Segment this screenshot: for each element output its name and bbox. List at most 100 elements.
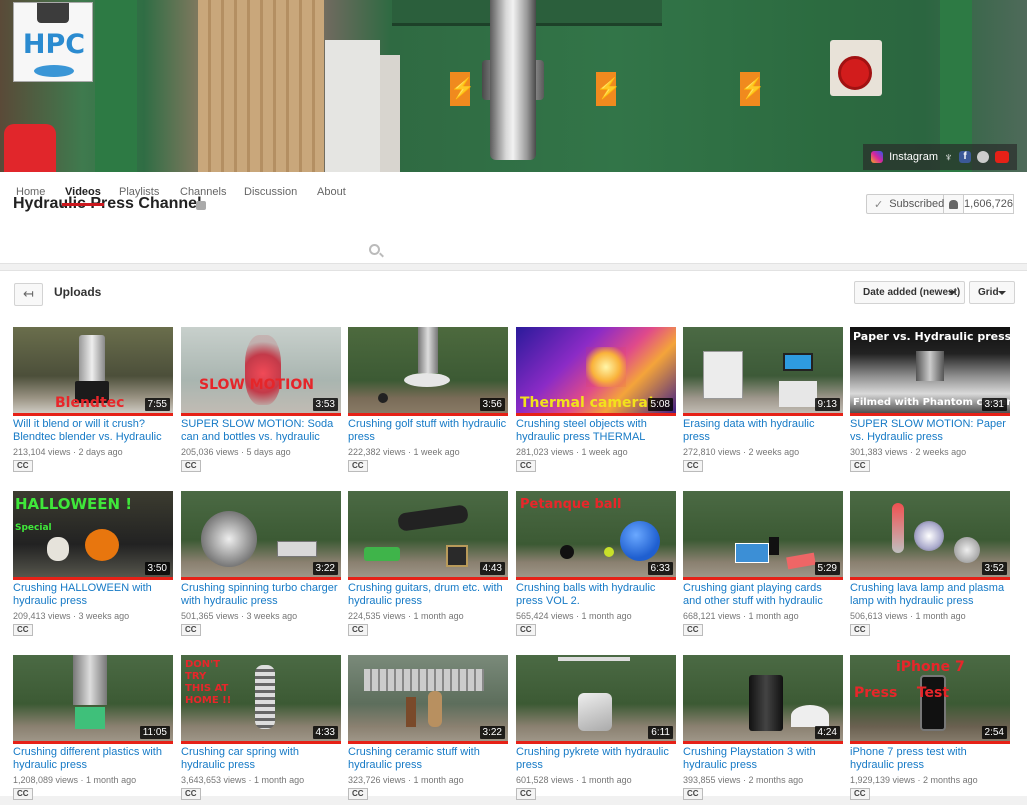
video-title[interactable]: SUPER SLOW MOTION: Paper vs. Hydraulic p… — [850, 418, 1010, 444]
view-count: 272,810 views — [683, 447, 741, 457]
video-meta: 224,535 views · 1 month ago — [348, 611, 464, 621]
video-meta: 393,855 views · 2 months ago — [683, 775, 804, 785]
video-card[interactable]: 11:05 Crushing different plastics with h… — [13, 655, 173, 805]
video-title[interactable]: Crushing ceramic stuff with hydraulic pr… — [348, 746, 508, 772]
video-thumbnail[interactable]: 5:29 — [683, 491, 843, 580]
globe-icon[interactable] — [977, 151, 989, 163]
video-thumbnail[interactable]: Thermal camera! 5:08 — [516, 327, 676, 416]
notification-bell-button[interactable] — [944, 194, 964, 214]
back-button[interactable]: ↤ — [14, 283, 43, 306]
video-title[interactable]: Crushing pykrete with hydraulic press — [516, 746, 676, 772]
video-thumbnail[interactable]: iPhone 7 Press Test 2:54 — [850, 655, 1010, 744]
thumbnail-text: Paper vs. Hydraulic press — [853, 330, 1010, 343]
video-card[interactable]: SLOW MOTION 3:53 SUPER SLOW MOTION: Soda… — [181, 327, 341, 477]
video-card[interactable]: 4:43 Crushing guitars, drum etc. with hy… — [348, 491, 508, 641]
video-card[interactable]: Thermal camera! 5:08 Crushing steel obje… — [516, 327, 676, 477]
video-thumbnail[interactable]: Blendtec 7:55 — [13, 327, 173, 416]
upload-age: 1 month ago — [915, 611, 966, 621]
video-duration: 5:08 — [647, 398, 673, 411]
video-thumbnail[interactable]: 4:43 — [348, 491, 508, 580]
video-duration: 4:33 — [312, 726, 338, 739]
video-title[interactable]: Will it blend or will it crush? Blendtec… — [13, 418, 173, 444]
video-thumbnail[interactable]: 3:22 — [348, 655, 508, 744]
subscriber-count: 1,606,726 — [964, 194, 1014, 214]
video-thumbnail[interactable]: HALLOWEEN ! Special 3:50 — [13, 491, 173, 580]
watched-progress — [181, 741, 341, 744]
video-title[interactable]: Crushing HALLOWEEN with hydraulic press — [13, 582, 173, 608]
video-title[interactable]: Crushing golf stuff with hydraulic press — [348, 418, 508, 444]
thumbnail-text: Blendtec — [55, 395, 125, 411]
tab-playlists[interactable]: Playlists — [119, 172, 159, 206]
youtube-icon[interactable] — [995, 151, 1009, 163]
warning-sign-icon: ⚡ — [740, 72, 765, 106]
video-thumbnail[interactable]: 9:13 — [683, 327, 843, 416]
view-count: 301,383 views — [850, 447, 908, 457]
video-title[interactable]: Crushing Playstation 3 with hydraulic pr… — [683, 746, 843, 772]
video-card[interactable]: 3:52 Crushing lava lamp and plasma lamp … — [850, 491, 1010, 641]
instagram-link[interactable]: Instagram — [889, 151, 938, 163]
thumbnail-subtext: Press Test — [854, 685, 950, 701]
video-thumbnail[interactable]: 3:56 — [348, 327, 508, 416]
video-card[interactable]: 9:13 Erasing data with hydraulic press 2… — [683, 327, 843, 477]
video-title[interactable]: Crushing guitars, drum etc. with hydraul… — [348, 582, 508, 608]
view-count: 281,023 views — [516, 447, 574, 457]
logo-ring-icon — [34, 65, 74, 77]
video-title[interactable]: Crushing different plastics with hydraul… — [13, 746, 173, 772]
sort-dropdown[interactable]: Date added (newest) — [854, 281, 965, 304]
video-duration: 6:33 — [647, 562, 673, 575]
video-card[interactable]: 3:22 Crushing spinning turbo charger wit… — [181, 491, 341, 641]
video-card[interactable]: 6:11 Crushing pykrete with hydraulic pre… — [516, 655, 676, 805]
video-title[interactable]: Crushing spinning turbo charger with hyd… — [181, 582, 341, 608]
video-card[interactable]: Blendtec 7:55 Will it blend or will it c… — [13, 327, 173, 477]
video-card[interactable]: 3:22 Crushing ceramic stuff with hydraul… — [348, 655, 508, 805]
tab-home[interactable]: Home — [16, 172, 45, 206]
video-title[interactable]: Crushing car spring with hydraulic press — [181, 746, 341, 772]
video-card[interactable]: Petanque ball 6:33 Crushing balls with h… — [516, 491, 676, 641]
search-icon[interactable] — [369, 244, 380, 255]
view-dropdown[interactable]: Grid — [969, 281, 1015, 304]
video-card[interactable]: 5:29 Crushing giant playing cards and ot… — [683, 491, 843, 641]
video-thumbnail[interactable]: 6:11 — [516, 655, 676, 744]
video-title[interactable]: Crushing balls with hydraulic press VOL … — [516, 582, 676, 608]
video-thumbnail[interactable]: DON'T TRY THIS AT HOME !! 4:33 — [181, 655, 341, 744]
tab-channels[interactable]: Channels — [180, 172, 226, 206]
video-title[interactable]: Crushing giant playing cards and other s… — [683, 582, 843, 608]
video-meta: 222,382 views · 1 week ago — [348, 447, 460, 457]
video-duration: 5:29 — [814, 562, 840, 575]
video-title[interactable]: Erasing data with hydraulic press — [683, 418, 843, 444]
video-meta: 668,121 views · 1 month ago — [683, 611, 799, 621]
subscribed-button[interactable]: ✓ Subscribed — [866, 194, 944, 214]
cc-badge: CC — [348, 460, 368, 472]
video-title[interactable]: Crushing steel objects with hydraulic pr… — [516, 418, 676, 444]
video-card[interactable]: Paper vs. Hydraulic press Filmed with Ph… — [850, 327, 1010, 477]
video-card[interactable]: DON'T TRY THIS AT HOME !! 4:33 Crushing … — [181, 655, 341, 805]
video-thumbnail[interactable]: Paper vs. Hydraulic press Filmed with Ph… — [850, 327, 1010, 416]
video-card[interactable]: 3:56 Crushing golf stuff with hydraulic … — [348, 327, 508, 477]
tab-discussion[interactable]: Discussion — [244, 172, 297, 206]
video-title[interactable]: Crushing lava lamp and plasma lamp with … — [850, 582, 1010, 608]
tab-about[interactable]: About — [317, 172, 346, 206]
watched-progress — [516, 413, 676, 416]
video-thumbnail[interactable]: Petanque ball 6:33 — [516, 491, 676, 580]
facebook-icon[interactable]: f — [959, 151, 971, 163]
video-meta: 272,810 views · 2 weeks ago — [683, 447, 800, 457]
video-thumbnail[interactable]: 11:05 — [13, 655, 173, 744]
video-meta: 301,383 views · 2 weeks ago — [850, 447, 967, 457]
video-card[interactable]: HALLOWEEN ! Special 3:50 Crushing HALLOW… — [13, 491, 173, 641]
instagram-icon[interactable] — [871, 151, 884, 163]
press-icon[interactable]: ♆ — [944, 150, 953, 164]
channel-logo[interactable]: HPC — [13, 2, 93, 82]
video-title[interactable]: iPhone 7 press test with hydraulic press — [850, 746, 1010, 772]
video-meta: 205,036 views · 5 days ago — [181, 447, 291, 457]
tab-videos[interactable]: Videos — [62, 172, 104, 206]
video-title[interactable]: SUPER SLOW MOTION: Soda can and bottles … — [181, 418, 341, 444]
video-thumbnail[interactable]: SLOW MOTION 3:53 — [181, 327, 341, 416]
video-card[interactable]: 4:24 Crushing Playstation 3 with hydraul… — [683, 655, 843, 805]
thumbnail-text: iPhone 7 — [896, 659, 965, 675]
video-card[interactable]: iPhone 7 Press Test 2:54 iPhone 7 press … — [850, 655, 1010, 805]
video-thumbnail[interactable]: 3:22 — [181, 491, 341, 580]
video-thumbnail[interactable]: 4:24 — [683, 655, 843, 744]
watched-progress — [13, 741, 173, 744]
view-count: 209,413 views — [13, 611, 71, 621]
video-thumbnail[interactable]: 3:52 — [850, 491, 1010, 580]
